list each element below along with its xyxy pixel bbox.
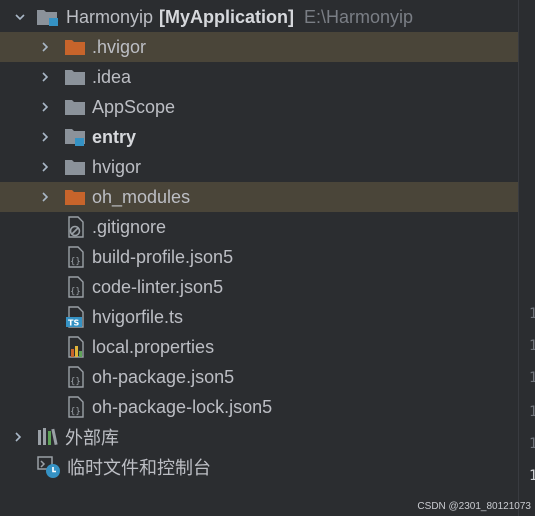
tree-row-hvigorfile-ts[interactable]: TS hvigorfile.ts	[0, 302, 518, 332]
libraries-icon	[37, 427, 59, 447]
scratches-icon	[37, 455, 61, 479]
svg-text:{}: {}	[70, 407, 81, 417]
tree-item-label: entry	[92, 126, 137, 147]
svg-text:{}: {}	[70, 287, 81, 297]
chevron-right-icon[interactable]	[12, 431, 24, 443]
json5-file-icon: {}	[66, 246, 86, 268]
tree-row-gitignore-file[interactable]: .gitignore	[0, 212, 518, 242]
chevron-right-icon[interactable]	[39, 71, 51, 83]
project-tool-window: Harmonyip [MyApplication] E:\Harmonyip .…	[0, 0, 535, 516]
gutter-line-number: 1	[529, 436, 535, 452]
tree-row-code-linter-file[interactable]: {} code-linter.json5	[0, 272, 518, 302]
gutter-line-number: 1	[529, 404, 535, 420]
editor-gutter: 1 1 1 1 1 1	[518, 0, 535, 516]
tree-row-project-root[interactable]: Harmonyip [MyApplication] E:\Harmonyip	[0, 2, 518, 32]
project-tree: Harmonyip [MyApplication] E:\Harmonyip .…	[0, 2, 518, 482]
chevron-down-icon[interactable]	[14, 11, 26, 23]
tree-row-build-profile-file[interactable]: {} build-profile.json5	[0, 242, 518, 272]
chevron-right-icon[interactable]	[39, 161, 51, 173]
tree-item-label: .idea	[92, 66, 132, 87]
tree-row-scratches[interactable]: 临时文件和控制台	[0, 452, 518, 482]
gitignore-file-icon	[66, 216, 86, 238]
folder-icon	[64, 98, 86, 116]
svg-text:{}: {}	[70, 257, 81, 267]
json5-file-icon: {}	[66, 366, 86, 388]
tree-item-label: hvigorfile.ts	[92, 306, 184, 327]
tree-item-label: .gitignore	[92, 216, 167, 237]
tree-item-label: AppScope	[92, 96, 176, 117]
tree-item-label: local.properties	[92, 336, 215, 357]
properties-file-icon	[66, 336, 86, 358]
gutter-line-number: 1	[529, 468, 535, 484]
tree-item-label: oh_modules	[92, 186, 191, 207]
tree-row-hvigor-folder[interactable]: hvigor	[0, 152, 518, 182]
module-folder-icon	[36, 7, 60, 27]
chevron-right-icon[interactable]	[39, 191, 51, 203]
tree-item-label: code-linter.json5	[92, 276, 224, 297]
project-name: Harmonyip	[66, 6, 154, 27]
watermark: CSDN @2301_80121073	[417, 501, 531, 512]
svg-text:{}: {}	[70, 377, 81, 387]
excluded-folder-icon	[64, 188, 86, 206]
gutter-line-number: 1	[529, 338, 535, 354]
json5-file-icon: {}	[66, 396, 86, 418]
tree-item-label: hvigor	[92, 156, 142, 177]
excluded-folder-icon	[64, 38, 86, 56]
tree-row-entry-module[interactable]: entry	[0, 122, 518, 152]
gutter-line-number: 1	[529, 370, 535, 386]
tree-row-oh-package-lock-file[interactable]: {} oh-package-lock.json5	[0, 392, 518, 422]
tree-row-appscope-dir[interactable]: AppScope	[0, 92, 518, 122]
folder-icon	[64, 68, 86, 86]
tree-row-external-libraries[interactable]: 外部库	[0, 422, 518, 452]
project-path: E:\Harmonyip	[304, 6, 414, 27]
chevron-right-icon[interactable]	[39, 41, 51, 53]
chevron-right-icon[interactable]	[39, 101, 51, 113]
tree-item-label: 外部库	[65, 428, 119, 448]
tree-row-oh-modules-dir[interactable]: oh_modules	[0, 182, 518, 212]
folder-icon	[64, 158, 86, 176]
tree-row-hvigor-dir[interactable]: .hvigor	[0, 32, 518, 62]
chevron-right-icon[interactable]	[39, 131, 51, 143]
tree-row-idea-dir[interactable]: .idea	[0, 62, 518, 92]
gutter-line-number: 1	[529, 306, 535, 322]
tree-item-label: .hvigor	[92, 36, 147, 57]
tree-item-label: oh-package-lock.json5	[92, 396, 273, 417]
tree-row-local-properties[interactable]: local.properties	[0, 332, 518, 362]
tree-item-label: build-profile.json5	[92, 246, 234, 267]
tree-item-label: oh-package.json5	[92, 366, 235, 387]
ts-file-icon: TS	[66, 306, 86, 328]
project-module-label: [MyApplication]	[159, 6, 295, 27]
module-folder-icon	[64, 127, 86, 147]
tree-item-label: 临时文件和控制台	[67, 458, 211, 478]
json5-file-icon: {}	[66, 276, 86, 298]
tree-row-oh-package-file[interactable]: {} oh-package.json5	[0, 362, 518, 392]
svg-text:TS: TS	[68, 319, 79, 328]
